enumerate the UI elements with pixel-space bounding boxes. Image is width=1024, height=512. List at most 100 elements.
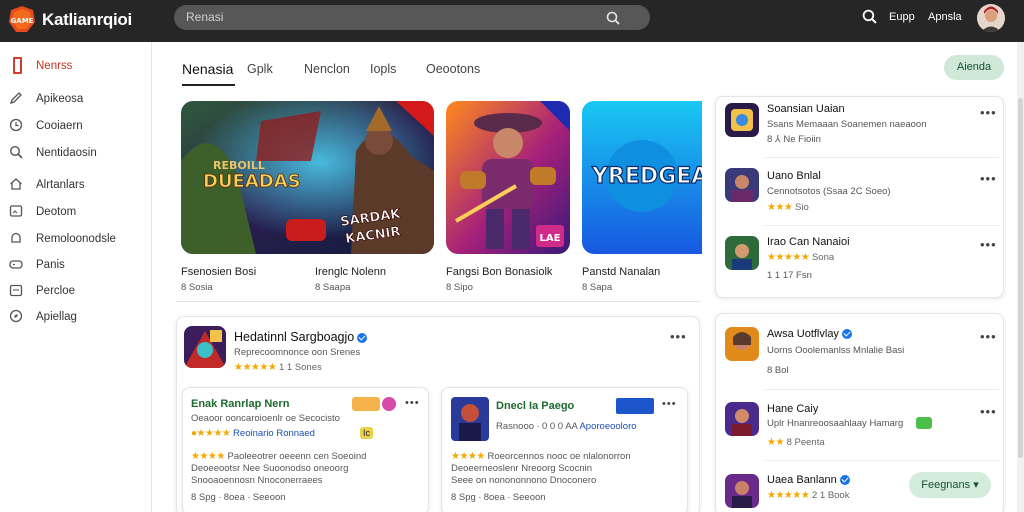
post-rating: ★★★★★ 1 1 Sones bbox=[234, 362, 322, 373]
svg-text:GAME: GAME bbox=[11, 17, 34, 25]
featured-title[interactable]: Fsenosien Bosi bbox=[181, 266, 256, 278]
svg-text:LAE: LAE bbox=[540, 233, 561, 244]
sub-card-footer: 8 Spg ∙ 8oea ∙ Seeoon bbox=[191, 492, 286, 503]
sidebar-item-9[interactable]: Percloe bbox=[0, 279, 151, 303]
sidebar-item-news[interactable]: Nenrss bbox=[0, 54, 151, 78]
app-thumbnail[interactable] bbox=[725, 402, 759, 436]
list-item-title[interactable]: Awsa Uotflvlay bbox=[767, 328, 852, 340]
tab-1[interactable]: Nenasia bbox=[182, 61, 233, 77]
sub-card-rating: ●★★★★ Reoinario Ronnaed bbox=[191, 428, 315, 439]
sidebar-item-7[interactable]: Remoloonodsle bbox=[0, 227, 151, 251]
sidebar-item-label: Cooiaern bbox=[36, 120, 83, 132]
featured-subtitle: 8 Sosia bbox=[181, 282, 213, 293]
sidebar-item-4[interactable]: Nentidaosin bbox=[0, 141, 151, 165]
list-item-subtitle: Uorns Ooolemanlss Mnlalie Basi bbox=[767, 345, 905, 356]
more-options-icon[interactable]: ••• bbox=[670, 329, 687, 344]
sidebar-item-10[interactable]: Apiellag bbox=[0, 305, 151, 329]
sidebar-item-5[interactable]: Alrtanlars bbox=[0, 173, 151, 197]
badge-icon bbox=[616, 398, 654, 414]
list-item-meta: 8 ⅄ Ne Fioiin bbox=[767, 134, 821, 145]
list-item-subtitle: ★★★★★ 2 1 Book bbox=[767, 490, 850, 501]
app-thumbnail[interactable] bbox=[725, 168, 759, 202]
featured-title[interactable]: Irenglc Nolenn bbox=[315, 266, 386, 278]
star-rating-icon: ★★★★★ bbox=[234, 362, 277, 373]
featured-subtitle: 8 Saapa bbox=[315, 282, 351, 293]
app-thumbnail[interactable] bbox=[451, 397, 489, 441]
badge-icon bbox=[382, 397, 396, 411]
app-thumbnail[interactable] bbox=[725, 236, 759, 270]
gamepad-icon bbox=[9, 260, 23, 269]
more-options-icon[interactable]: ••• bbox=[980, 171, 997, 186]
list-item-meta: ★★ 8 Peenta bbox=[767, 437, 825, 448]
action-button[interactable]: Aienda bbox=[944, 55, 1004, 80]
search-icon[interactable] bbox=[862, 9, 877, 29]
row-divider bbox=[765, 460, 999, 461]
list-item-title[interactable]: Hane Caiy bbox=[767, 403, 818, 415]
tab-5[interactable]: Oeootons bbox=[426, 62, 480, 76]
featured-title[interactable]: Panstd Nanalan bbox=[582, 266, 660, 278]
tab-3[interactable]: Nenclon bbox=[304, 62, 350, 76]
dropdown-button[interactable]: Feegnans ▾ bbox=[909, 472, 991, 498]
list-item-meta: ★★★ Sio bbox=[767, 202, 809, 213]
sidebar-item-8[interactable]: Panis bbox=[0, 253, 151, 277]
list-item-meta: 8 Bol bbox=[767, 365, 789, 376]
app-thumbnail[interactable] bbox=[725, 103, 759, 137]
sidebar-item-3[interactable]: Cooiaern bbox=[0, 114, 151, 138]
calendar-icon bbox=[9, 284, 23, 297]
sub-card-title[interactable]: Dnecl Ia Paego bbox=[496, 400, 574, 412]
featured-card-3[interactable]: YREDGEAS bbox=[582, 101, 702, 254]
featured-card-2[interactable]: LAE bbox=[446, 101, 570, 254]
top-link-2[interactable]: Apnsla bbox=[928, 11, 962, 23]
sub-card-title[interactable]: Enak Ranrlap Nern bbox=[191, 398, 289, 410]
scrollbar-thumb[interactable] bbox=[1018, 98, 1023, 458]
badge-icon bbox=[916, 417, 932, 429]
badge-icon bbox=[352, 397, 380, 411]
star-rating-icon: ★★ bbox=[767, 437, 784, 448]
app-thumbnail[interactable] bbox=[184, 326, 226, 368]
more-options-icon[interactable]: ••• bbox=[980, 105, 997, 120]
clock-icon bbox=[9, 118, 23, 132]
tab-2[interactable]: Gplk bbox=[247, 62, 273, 76]
post-title[interactable]: Hedatinnl Sargboagjo bbox=[234, 330, 368, 344]
star-rating-icon: ★★★★★ bbox=[767, 252, 810, 263]
sub-card-line: Rasnooo ∙ 0 0 0 AA Aporoeooloro bbox=[496, 421, 637, 432]
featured-art-1: DUEADAS REBOILL SARDAK KACNIR bbox=[181, 101, 434, 254]
sidebar-item-2[interactable]: Apikeosa bbox=[0, 87, 151, 111]
list-item-title[interactable]: Uaea Banlann bbox=[767, 474, 850, 486]
featured-title[interactable]: Fangsi Bon Bonasiolk bbox=[446, 266, 552, 278]
app-logo[interactable]: GAME bbox=[8, 5, 36, 33]
list-item-title[interactable]: Irao Can Nanaioi bbox=[767, 236, 850, 248]
more-options-icon[interactable]: ••• bbox=[980, 237, 997, 252]
search-icon[interactable] bbox=[606, 11, 620, 30]
sidebar-item-6[interactable]: Deotom bbox=[0, 200, 151, 224]
search-bar[interactable]: Renasi bbox=[174, 5, 650, 30]
sidebar-item-label: Nentidaosin bbox=[36, 147, 97, 159]
featured-art-3: YREDGEAS bbox=[582, 101, 702, 254]
brand-name: Katlianrqioi bbox=[42, 10, 132, 29]
top-link-1[interactable]: Eupp bbox=[889, 11, 915, 23]
sub-card-footer: 8 Spg ∙ 8oea ∙ Seeoon bbox=[451, 492, 546, 503]
list-item-title[interactable]: Uano Bnlal bbox=[767, 170, 821, 182]
app-thumbnail[interactable] bbox=[725, 327, 759, 361]
sub-card-body: Seee on nonononnono Dnoconero bbox=[451, 475, 597, 486]
more-options-icon[interactable]: ••• bbox=[405, 397, 420, 409]
more-options-icon[interactable]: ••• bbox=[980, 329, 997, 344]
sidebar-item-label: Nenrss bbox=[36, 60, 73, 72]
verified-icon bbox=[841, 329, 852, 340]
sidebar-item-label: Percloe bbox=[36, 285, 75, 297]
featured-subtitle: 8 Sipo bbox=[446, 282, 473, 293]
more-options-icon[interactable]: ••• bbox=[662, 398, 677, 410]
more-options-icon[interactable]: ••• bbox=[980, 404, 997, 419]
list-item-title[interactable]: Soansian Uaian bbox=[767, 103, 845, 115]
sidebar-item-label: Apikeosa bbox=[36, 93, 84, 105]
featured-card-1[interactable]: DUEADAS REBOILL SARDAK KACNIR bbox=[181, 101, 434, 254]
app-thumbnail[interactable] bbox=[725, 474, 759, 508]
verified-icon bbox=[839, 475, 850, 486]
verified-icon bbox=[357, 332, 368, 343]
tab-4[interactable]: Iopls bbox=[370, 62, 396, 76]
sidebar-item-label: Remoloonodsle bbox=[36, 233, 116, 245]
row-divider bbox=[765, 389, 999, 390]
search-input[interactable]: Renasi bbox=[186, 10, 223, 24]
user-avatar[interactable] bbox=[977, 4, 1005, 32]
star-rating-icon: ●★★★★ bbox=[191, 428, 231, 439]
